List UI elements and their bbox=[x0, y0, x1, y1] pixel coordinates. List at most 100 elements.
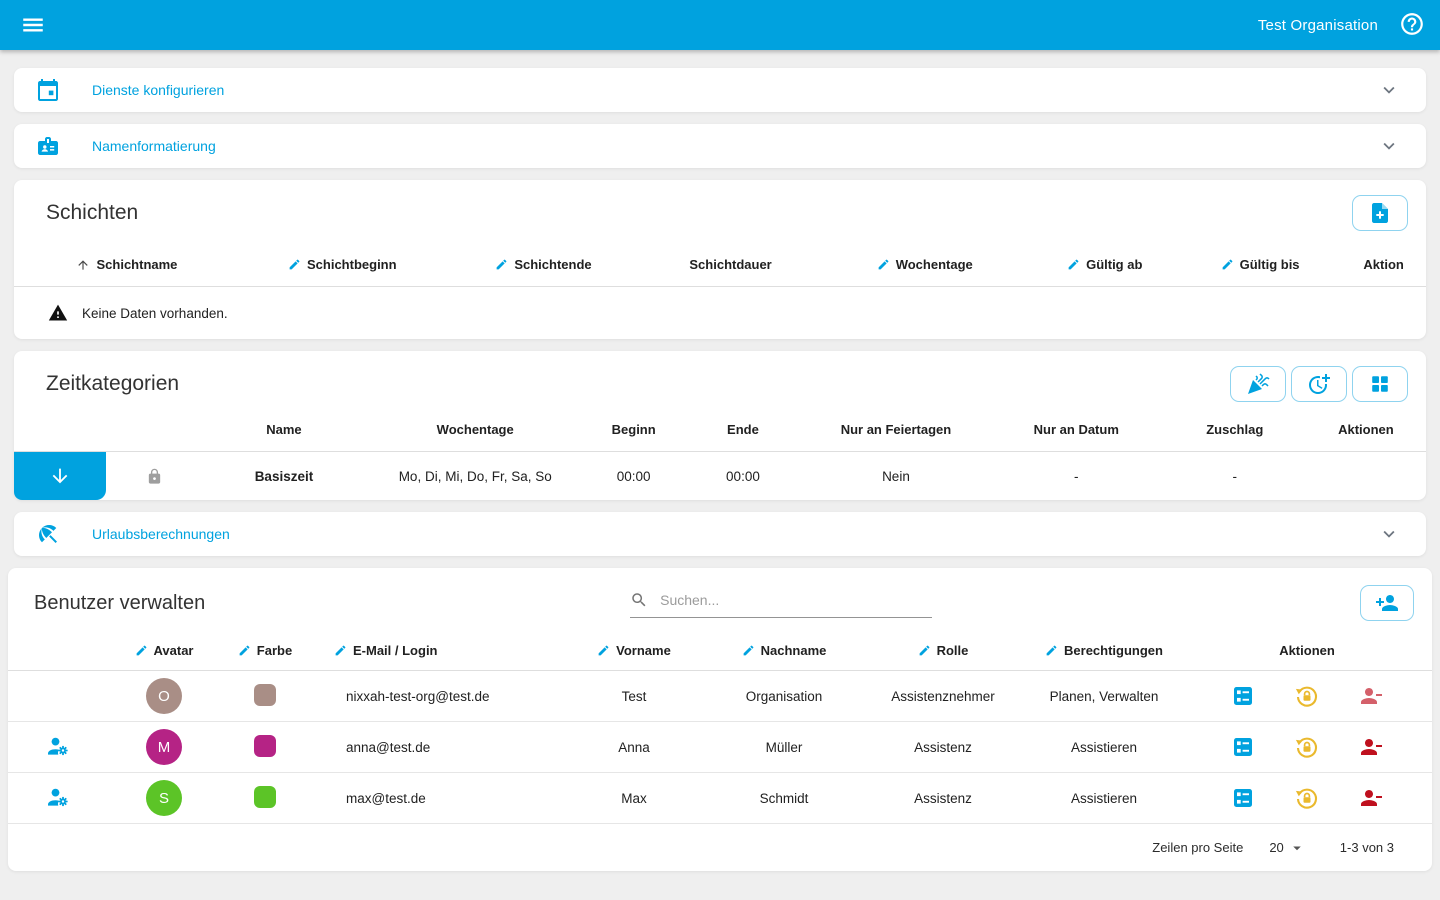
zeitkategorie-row: Basiszeit Mo, Di, Mi, Do, Fr, Sa, So 00:… bbox=[14, 452, 1426, 500]
manage-accounts-icon[interactable] bbox=[46, 735, 70, 759]
edit-icon bbox=[742, 644, 755, 657]
column-label: Schichtdauer bbox=[689, 257, 771, 272]
cell-nachname: Schmidt bbox=[708, 791, 860, 806]
holiday-wizard-button[interactable] bbox=[1230, 366, 1286, 402]
column-header-gueltig-ab[interactable]: Gültig ab bbox=[1031, 257, 1179, 272]
add-schicht-button[interactable] bbox=[1352, 195, 1408, 231]
panel-namenformatierung[interactable]: Namenformatierung bbox=[14, 124, 1426, 168]
column-label: Berechtigungen bbox=[1064, 643, 1163, 658]
column-header-schichtende[interactable]: Schichtende bbox=[445, 257, 643, 272]
add-zeitkategorie-button[interactable] bbox=[1291, 366, 1347, 402]
column-header-nur-an-feiertagen: Nur an Feiertagen bbox=[803, 422, 989, 437]
column-header-schichtbeginn[interactable]: Schichtbeginn bbox=[240, 257, 445, 272]
rows-per-page-select[interactable]: 20 bbox=[1269, 839, 1305, 857]
search-input[interactable] bbox=[658, 591, 932, 609]
cell-farbe bbox=[220, 786, 310, 811]
column-header-schichtdauer: Schichtdauer bbox=[642, 257, 819, 272]
column-label: Farbe bbox=[257, 643, 292, 658]
add-user-button[interactable] bbox=[1360, 585, 1414, 621]
expand-row-button[interactable] bbox=[14, 452, 106, 500]
column-label: E-Mail / Login bbox=[353, 643, 438, 658]
cell-berechtigungen: Assistieren bbox=[1026, 740, 1182, 755]
panel-urlaubsberechnungen[interactable]: Urlaubsberechnungen bbox=[14, 512, 1426, 556]
main-content: Dienste konfigurieren Namenformatierung … bbox=[0, 50, 1440, 871]
cell-farbe bbox=[220, 735, 310, 760]
avatar: M bbox=[146, 729, 182, 765]
rows-per-page-value: 20 bbox=[1269, 840, 1283, 855]
cell-berechtigungen: Planen, Verwalten bbox=[1026, 689, 1182, 704]
column-header-rolle[interactable]: Rolle bbox=[860, 643, 1026, 658]
column-header-nur-an-datum: Nur an Datum bbox=[989, 422, 1164, 437]
hamburger-icon bbox=[20, 12, 46, 38]
section-title: Benutzer verwalten bbox=[34, 592, 205, 615]
chevron-down-icon[interactable] bbox=[1378, 135, 1400, 157]
column-header-wochentage[interactable]: Wochentage bbox=[819, 257, 1031, 272]
top-app-bar: Test Organisation bbox=[0, 0, 1440, 50]
column-label: Aktion bbox=[1363, 257, 1403, 272]
color-swatch bbox=[254, 735, 276, 757]
user-details-button[interactable] bbox=[1231, 735, 1255, 759]
cell-ende: 00:00 bbox=[683, 469, 803, 484]
reset-password-button[interactable] bbox=[1295, 786, 1319, 810]
manage-accounts-icon[interactable] bbox=[46, 786, 70, 810]
benutzer-verwalten-section: Benutzer verwalten Avatar Farbe bbox=[8, 568, 1432, 871]
reset-password-button[interactable] bbox=[1295, 684, 1319, 708]
remove-user-button[interactable] bbox=[1359, 786, 1383, 810]
cell-name: Basiszeit bbox=[202, 469, 366, 484]
ballot-list-icon bbox=[1231, 786, 1255, 810]
column-label: Gültig bis bbox=[1240, 257, 1300, 272]
menu-button[interactable] bbox=[16, 8, 50, 42]
table-pagination: Zeilen pro Seite 20 1-3 von 3 bbox=[8, 824, 1432, 871]
chevron-down-icon[interactable] bbox=[1378, 79, 1400, 101]
column-label: Gültig ab bbox=[1086, 257, 1142, 272]
user-details-button[interactable] bbox=[1231, 684, 1255, 708]
column-header-nachname[interactable]: Nachname bbox=[708, 643, 860, 658]
pagination-range: 1-3 von 3 bbox=[1340, 840, 1394, 855]
column-header-gueltig-bis[interactable]: Gültig bis bbox=[1179, 257, 1341, 272]
calendar-icon bbox=[36, 78, 60, 102]
column-header-beginn: Beginn bbox=[585, 422, 683, 437]
column-label: Schichtname bbox=[96, 257, 177, 272]
help-button[interactable] bbox=[1398, 11, 1426, 39]
column-header-farbe[interactable]: Farbe bbox=[220, 643, 310, 658]
grid-view-button[interactable] bbox=[1352, 366, 1408, 402]
empty-message: Keine Daten vorhanden. bbox=[82, 306, 228, 321]
edit-icon bbox=[1221, 258, 1234, 271]
topbar-right: Test Organisation bbox=[1258, 11, 1426, 39]
cell-row-icon bbox=[8, 786, 108, 810]
remove-user-button[interactable] bbox=[1359, 735, 1383, 759]
edit-icon bbox=[877, 258, 890, 271]
cell-email: anna@test.de bbox=[310, 740, 560, 755]
badge-icon bbox=[36, 134, 60, 158]
reset-password-button[interactable] bbox=[1295, 735, 1319, 759]
color-swatch bbox=[254, 684, 276, 706]
remove-user-button[interactable] bbox=[1359, 684, 1383, 708]
cell-avatar: M bbox=[108, 729, 220, 765]
edit-icon bbox=[597, 644, 610, 657]
lock-reset-icon bbox=[1295, 735, 1319, 759]
column-header-schichtname[interactable]: Schichtname bbox=[14, 257, 240, 272]
edit-icon bbox=[238, 644, 251, 657]
column-header-berechtigungen[interactable]: Berechtigungen bbox=[1026, 643, 1182, 658]
user-details-button[interactable] bbox=[1231, 786, 1255, 810]
column-header-aktionen: Aktionen bbox=[1182, 643, 1432, 658]
zeitkategorien-section: Zeitkategorien Name Wochentage Beginn En… bbox=[14, 351, 1426, 500]
edit-icon bbox=[495, 258, 508, 271]
caret-down-icon bbox=[1288, 839, 1306, 857]
cell-vorname: Anna bbox=[560, 740, 708, 755]
column-header-avatar[interactable]: Avatar bbox=[108, 643, 220, 658]
section-title: Schichten bbox=[46, 201, 138, 225]
search-field[interactable] bbox=[630, 590, 932, 618]
chevron-down-icon[interactable] bbox=[1378, 523, 1400, 545]
column-header-vorname[interactable]: Vorname bbox=[560, 643, 708, 658]
arrow-down-icon bbox=[49, 465, 71, 487]
column-header-zuschlag: Zuschlag bbox=[1164, 422, 1306, 437]
lock-reset-icon bbox=[1295, 786, 1319, 810]
column-header-name: Name bbox=[202, 422, 366, 437]
panel-dienste-konfigurieren[interactable]: Dienste konfigurieren bbox=[14, 68, 1426, 112]
column-header-email-login[interactable]: E-Mail / Login bbox=[310, 643, 560, 658]
column-header-ende: Ende bbox=[683, 422, 803, 437]
user-row: O nixxah-test-org@test.de Test Organisat… bbox=[8, 671, 1432, 722]
person-add-icon bbox=[1375, 591, 1399, 615]
note-add-icon bbox=[1368, 201, 1392, 225]
